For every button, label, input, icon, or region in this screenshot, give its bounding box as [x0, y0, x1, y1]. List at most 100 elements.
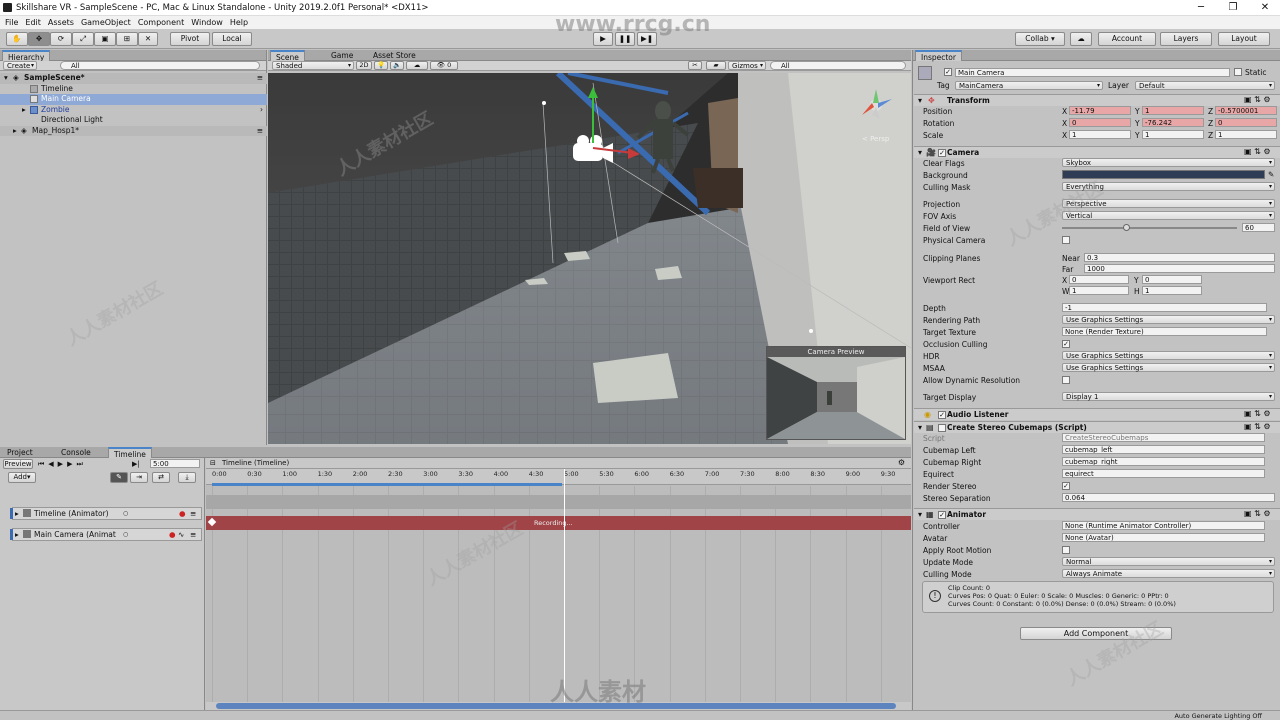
- audio-enabled-checkbox[interactable]: ✓: [938, 411, 946, 419]
- eyedropper-icon[interactable]: ✎: [1268, 170, 1274, 179]
- tab-scene[interactable]: Scene: [270, 50, 305, 62]
- stereo-separation-field[interactable]: 0.064: [1062, 493, 1275, 502]
- depth-field[interactable]: -1: [1062, 303, 1267, 312]
- recording-clip[interactable]: Recording...: [206, 516, 911, 530]
- chevron-right-icon[interactable]: ›: [260, 105, 263, 116]
- ripple-mode-icon[interactable]: ⇥: [130, 472, 148, 483]
- rect-tool-icon[interactable]: ▣: [94, 32, 116, 46]
- position-z[interactable]: -0.5700001: [1215, 106, 1277, 115]
- layout-dropdown[interactable]: Layout: [1218, 32, 1270, 46]
- expand-arrow-icon[interactable]: ▸: [15, 529, 19, 540]
- cubemap-right-field[interactable]: cubemap_right: [1062, 457, 1265, 466]
- camera-settings-icon[interactable]: ▰: [706, 61, 726, 70]
- viewport-x-field[interactable]: 0: [1069, 275, 1129, 284]
- target-display-dropdown[interactable]: Display 1: [1062, 392, 1275, 401]
- track-menu-icon[interactable]: ≡: [190, 529, 196, 540]
- near-field[interactable]: 0.3: [1084, 253, 1275, 262]
- time-input[interactable]: 5:00: [150, 459, 200, 468]
- menu-window[interactable]: Window: [191, 16, 223, 29]
- name-field[interactable]: Main Camera: [955, 68, 1230, 77]
- position-y[interactable]: 1: [1142, 106, 1204, 115]
- culling-mask-dropdown[interactable]: Everything: [1062, 182, 1275, 191]
- hdr-dropdown[interactable]: Use Graphics Settings: [1062, 351, 1275, 360]
- render-stereo-checkbox[interactable]: ✓: [1062, 482, 1070, 490]
- animator-enabled-checkbox[interactable]: ✓: [938, 511, 946, 519]
- far-field[interactable]: 1000: [1084, 264, 1275, 273]
- expand-arrow-icon[interactable]: ▸: [15, 508, 19, 519]
- camera-enabled-checkbox[interactable]: ✓: [938, 149, 946, 157]
- fov-slider-track[interactable]: [1062, 227, 1237, 229]
- camera-header[interactable]: ▾ 🎥 ✓ Camera ▣ ⇅ ⚙: [914, 146, 1280, 158]
- viewport-y-field[interactable]: 0: [1142, 275, 1202, 284]
- scale-tool-icon[interactable]: ⤢: [72, 32, 94, 46]
- clear-flags-dropdown[interactable]: Skybox: [1062, 158, 1275, 167]
- preview-button[interactable]: Preview: [3, 459, 33, 469]
- curve-icon[interactable]: ∿: [178, 529, 184, 540]
- replace-mode-icon[interactable]: ⇄: [152, 472, 170, 483]
- target-circle-icon[interactable]: ○: [123, 508, 128, 519]
- rotate-tool-icon[interactable]: ⟳: [50, 32, 72, 46]
- tab-asset-store[interactable]: Asset Store: [368, 50, 421, 61]
- account-dropdown[interactable]: Account: [1098, 32, 1156, 46]
- position-x[interactable]: -11.79: [1069, 106, 1131, 115]
- record-icon[interactable]: ●: [179, 508, 186, 519]
- gizmos-dropdown[interactable]: Gizmos: [728, 61, 766, 70]
- rendering-path-dropdown[interactable]: Use Graphics Settings: [1062, 315, 1275, 324]
- menu-help[interactable]: Help: [230, 16, 248, 29]
- target-circle-icon[interactable]: ○: [123, 529, 128, 540]
- fov-axis-dropdown[interactable]: Vertical: [1062, 211, 1275, 220]
- frame-step-icon[interactable]: ▶|: [132, 460, 140, 468]
- add-component-button[interactable]: Add Component: [1020, 627, 1172, 640]
- tab-game[interactable]: Game: [326, 50, 358, 61]
- hierarchy-item-main-camera[interactable]: Main Camera: [0, 94, 267, 105]
- keyframe-icon[interactable]: [207, 517, 217, 527]
- tab-hierarchy[interactable]: Hierarchy: [2, 50, 51, 62]
- lighting-icon[interactable]: 💡: [374, 61, 388, 70]
- hierarchy-item-scene[interactable]: ▾ ◈ SampleScene* ≡: [0, 73, 267, 84]
- pivot-toggle[interactable]: Pivot: [170, 32, 210, 46]
- help-icon[interactable]: ▣ ⇅ ⚙: [1244, 147, 1271, 156]
- scale-y[interactable]: 1: [1142, 130, 1204, 139]
- rotation-y[interactable]: -76.242: [1142, 118, 1204, 127]
- tab-inspector[interactable]: Inspector: [915, 50, 962, 62]
- culling-mode-dropdown[interactable]: Always Animate: [1062, 569, 1275, 578]
- track-header[interactable]: ▸ Main Camera (Animat ○ ● ∿ ≡: [10, 528, 202, 541]
- rotation-z[interactable]: 0: [1215, 118, 1277, 127]
- fov-field[interactable]: 60: [1242, 223, 1275, 232]
- effects-icon[interactable]: ☁: [406, 61, 428, 70]
- menu-edit[interactable]: Edit: [25, 16, 41, 29]
- collab-dropdown[interactable]: Collab ▾: [1015, 32, 1065, 46]
- layers-dropdown[interactable]: Layers: [1160, 32, 1212, 46]
- animator-header[interactable]: ▾ ▦ ✓ Animator ▣ ⇅ ⚙: [914, 508, 1280, 520]
- tab-console[interactable]: Console: [56, 447, 96, 458]
- script-enabled-checkbox[interactable]: [938, 424, 946, 432]
- gear-icon[interactable]: ⚙: [898, 458, 905, 467]
- close-button[interactable]: ✕: [1250, 1, 1280, 15]
- equirect-field[interactable]: equirect: [1062, 469, 1265, 478]
- 2d-toggle[interactable]: 2D: [356, 61, 372, 70]
- background-color-swatch[interactable]: [1062, 170, 1265, 179]
- audio-listener-header[interactable]: ◉ ✓ Audio Listener ▣ ⇅ ⚙: [914, 408, 1280, 420]
- hierarchy-search-input[interactable]: All: [60, 61, 260, 70]
- hierarchy-item-directional-light[interactable]: Directional Light: [0, 115, 267, 126]
- update-mode-dropdown[interactable]: Normal: [1062, 557, 1275, 566]
- transform-tool-icon[interactable]: ⊞: [116, 32, 138, 46]
- help-icon[interactable]: ▣ ⇅ ⚙: [1244, 95, 1271, 104]
- controller-field[interactable]: None (Runtime Animator Controller): [1062, 521, 1265, 530]
- avatar-field[interactable]: None (Avatar): [1062, 533, 1265, 542]
- playback-controls[interactable]: ⏮◀▶▶⏭: [38, 460, 87, 469]
- tools-icon[interactable]: ✂: [688, 61, 702, 70]
- timeline-lock-icon[interactable]: ⊟: [210, 459, 216, 467]
- occlusion-culling-checkbox[interactable]: ✓: [1062, 340, 1070, 348]
- layer-dropdown[interactable]: Default: [1135, 81, 1275, 90]
- snap-icon[interactable]: ⤓: [178, 472, 196, 483]
- scene-viewport[interactable]: < Persp Camera Preview: [268, 73, 911, 444]
- create-dropdown[interactable]: Create: [3, 61, 37, 70]
- hierarchy-item-map[interactable]: ▸ ◈ Map_Hosp1* ≡: [0, 125, 267, 136]
- allow-dynamic-resolution-checkbox[interactable]: [1062, 376, 1070, 384]
- hierarchy-item-zombie[interactable]: ▸ Zombie ›: [0, 105, 267, 116]
- scale-z[interactable]: 1: [1215, 130, 1277, 139]
- persp-label[interactable]: < Persp: [862, 135, 889, 143]
- tab-project[interactable]: Project: [2, 447, 38, 458]
- scene-orientation-gizmo[interactable]: [856, 85, 896, 125]
